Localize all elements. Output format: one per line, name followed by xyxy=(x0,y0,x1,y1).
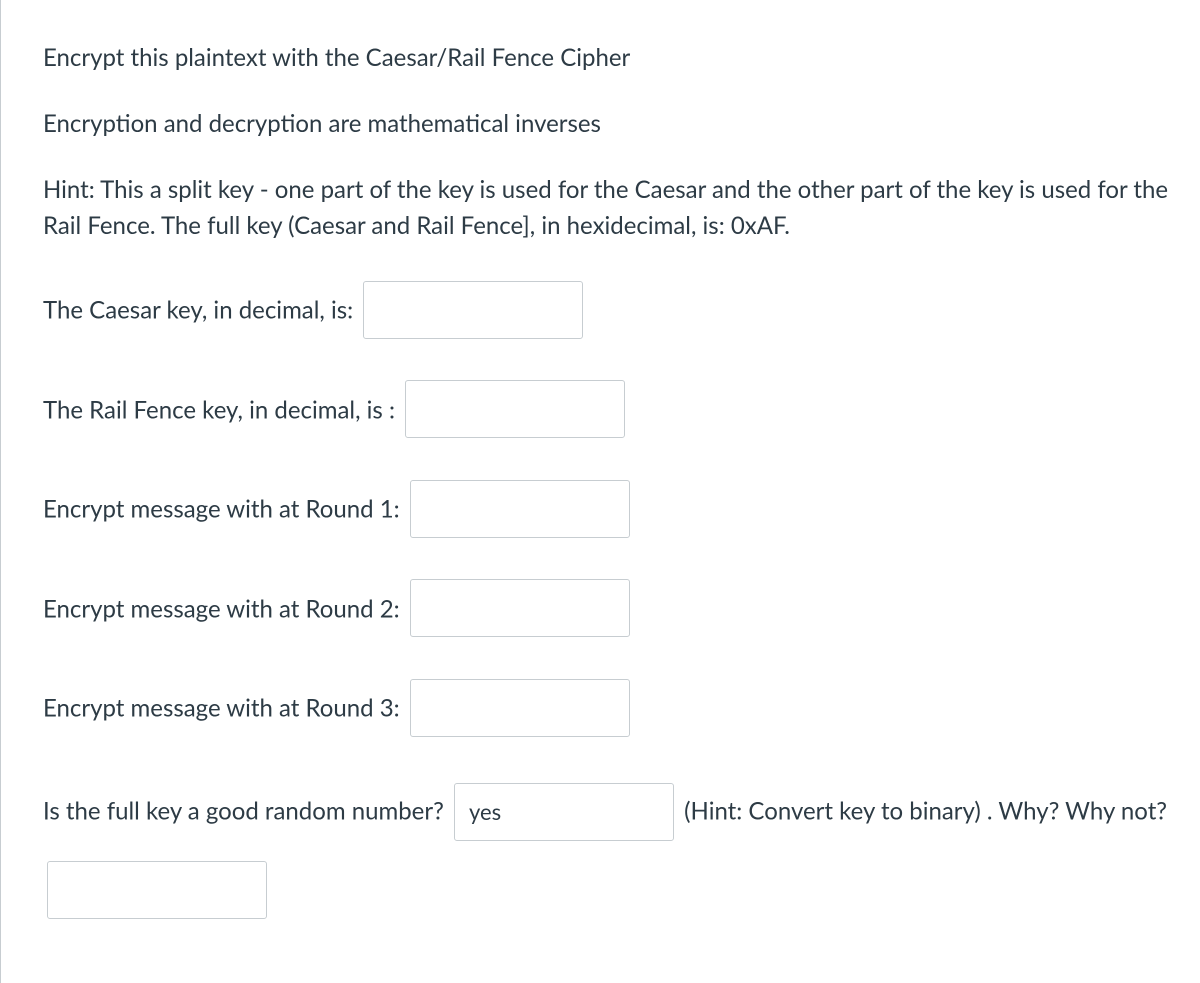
round1-row: Encrypt message with at Round 1: xyxy=(43,473,1170,543)
round1-input[interactable] xyxy=(410,480,630,538)
round1-label: Encrypt message with at Round 1: xyxy=(43,494,406,523)
random-question-input[interactable] xyxy=(454,783,674,841)
random-question-label-after: (Hint: Convert key to binary) . Why? Why… xyxy=(684,796,1167,825)
instruction-line-2: Encryption and decryption are mathematic… xyxy=(43,106,1170,142)
instruction-line-1: Encrypt this plaintext with the Caesar/R… xyxy=(43,40,1170,76)
why-input[interactable] xyxy=(47,861,267,919)
random-question-row: Is the full key a good random number? (H… xyxy=(43,772,1170,927)
round2-label: Encrypt message with at Round 2: xyxy=(43,594,406,623)
round2-row: Encrypt message with at Round 2: xyxy=(43,573,1170,643)
round3-input[interactable] xyxy=(410,679,630,737)
round2-input[interactable] xyxy=(410,579,630,637)
round3-label: Encrypt message with at Round 3: xyxy=(43,693,406,722)
railfence-key-input[interactable] xyxy=(405,380,625,438)
caesar-key-input[interactable] xyxy=(363,281,583,339)
railfence-key-row: The Rail Fence key, in decimal, is : xyxy=(43,374,1170,444)
caesar-key-row: The Caesar key, in decimal, is: xyxy=(43,274,1170,344)
hint-text: Hint: This a split key - one part of the… xyxy=(43,172,1170,244)
round3-row: Encrypt message with at Round 3: xyxy=(43,672,1170,742)
caesar-key-label: The Caesar key, in decimal, is: xyxy=(43,295,359,324)
random-question-label-before: Is the full key a good random number? xyxy=(43,796,450,825)
railfence-key-label: The Rail Fence key, in decimal, is : xyxy=(43,395,401,424)
